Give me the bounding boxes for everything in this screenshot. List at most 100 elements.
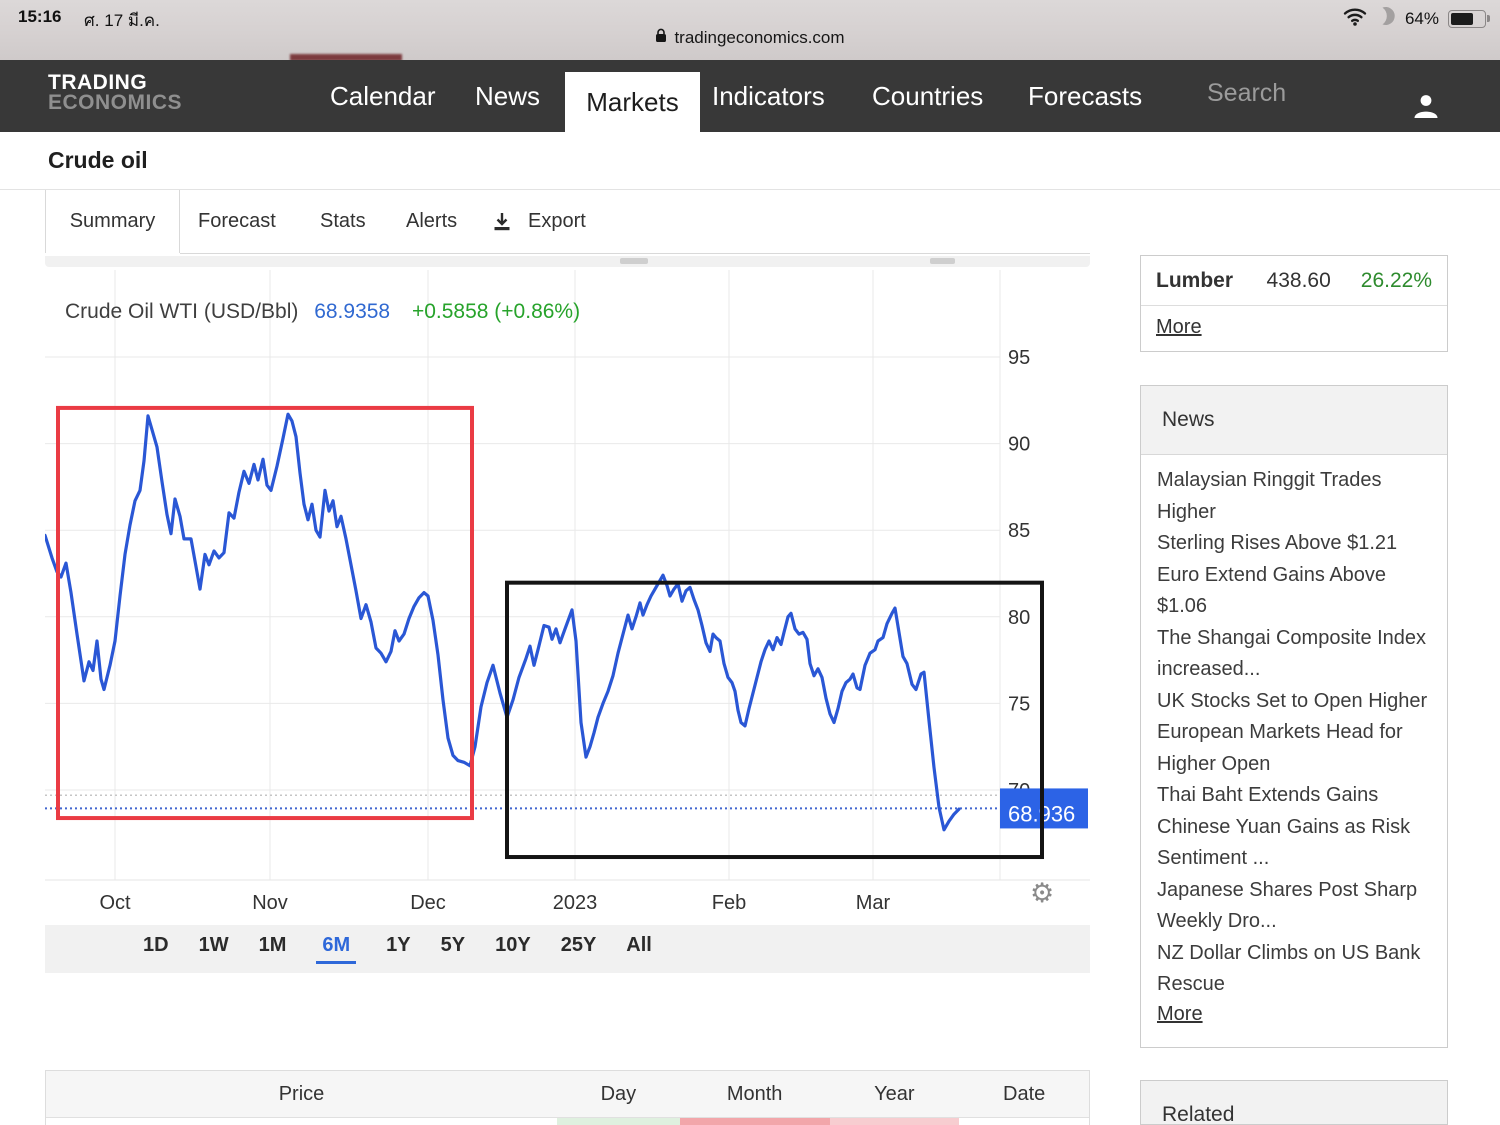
tab-summary[interactable]: Summary bbox=[45, 190, 180, 253]
instrument-name: Crude Oil WTI (USD/Bbl) bbox=[65, 300, 299, 323]
export-label: Export bbox=[528, 210, 586, 232]
battery-icon bbox=[1448, 9, 1490, 28]
range-5y[interactable]: 5Y bbox=[441, 934, 465, 964]
moon-icon bbox=[1376, 6, 1396, 31]
status-bar: 15:16 ศ. 17 มี.ค. tradingeconomics.com 6… bbox=[0, 0, 1500, 60]
nav-item-news[interactable]: News bbox=[475, 60, 540, 132]
x-axis-label: Dec bbox=[410, 892, 446, 914]
nav-item-countries[interactable]: Countries bbox=[872, 60, 983, 132]
partial-content-strip bbox=[45, 256, 1090, 267]
news-headline[interactable]: Euro Extend Gains Above $1.06 bbox=[1157, 560, 1431, 623]
news-headline[interactable]: Japanese Shares Post Sharp Weekly Dro... bbox=[1157, 875, 1431, 938]
related-panel: Related bbox=[1140, 1080, 1448, 1125]
range-1w[interactable]: 1W bbox=[199, 934, 229, 964]
cell-year bbox=[829, 1118, 960, 1125]
tab-stats[interactable]: Stats bbox=[320, 190, 366, 253]
download-icon bbox=[492, 211, 512, 232]
x-axis-label: Mar bbox=[856, 892, 891, 914]
news-panel-header: News bbox=[1141, 386, 1447, 455]
black-annotation-box bbox=[505, 580, 1044, 860]
market-mover-panel: Lumber 438.60 26.22% More bbox=[1140, 255, 1448, 352]
y-axis-label: 80 bbox=[1008, 607, 1030, 629]
range-1d[interactable]: 1D bbox=[143, 934, 169, 964]
market-mover-row[interactable]: Lumber 438.60 26.22% bbox=[1141, 256, 1447, 306]
nav-item-markets[interactable]: Markets bbox=[565, 72, 700, 132]
col-month: Month bbox=[726, 1082, 783, 1105]
clock: 15:16 bbox=[18, 7, 62, 26]
commodity-name: Lumber bbox=[1156, 268, 1234, 292]
nav-item-forecasts[interactable]: Forecasts bbox=[1028, 60, 1142, 132]
news-headline[interactable]: European Markets Head for Higher Open bbox=[1157, 717, 1431, 780]
col-price: Price bbox=[278, 1082, 325, 1105]
price-chart-card: 959085807570OctNovDec2023FebMar68.936 Cr… bbox=[45, 268, 1090, 973]
battery-percent: 64% bbox=[1404, 8, 1439, 28]
export-button[interactable]: Export bbox=[492, 190, 586, 253]
x-axis-label: Feb bbox=[712, 892, 746, 914]
price-chart-svg[interactable]: 959085807570OctNovDec2023FebMar68.936 bbox=[45, 268, 1090, 925]
y-axis-label: 95 bbox=[1008, 347, 1030, 369]
screen: 15:16 ศ. 17 มี.ค. tradingeconomics.com 6… bbox=[0, 0, 1500, 1125]
cell-month bbox=[679, 1118, 830, 1125]
x-axis-label: 2023 bbox=[553, 892, 598, 914]
page-title: Crude oil bbox=[48, 147, 148, 173]
y-axis-label: 75 bbox=[1008, 693, 1030, 715]
news-headline[interactable]: NZ Dollar Climbs on US Bank Rescue bbox=[1157, 938, 1431, 1001]
last-price: 68.9358 bbox=[314, 300, 391, 323]
news-headline[interactable]: The Shangai Composite Index increased... bbox=[1157, 623, 1431, 686]
range-25y[interactable]: 25Y bbox=[561, 934, 597, 964]
nav-item-indicators[interactable]: Indicators bbox=[712, 60, 825, 132]
commodity-price: 438.60 bbox=[1266, 268, 1331, 292]
trading-economics-logo[interactable]: TRADING ECONOMICS bbox=[48, 71, 183, 114]
news-headline[interactable]: Malaysian Ringgit Trades Higher bbox=[1157, 465, 1431, 528]
nav-item-calendar[interactable]: Calendar bbox=[330, 60, 436, 132]
tabs-row: Summary Forecast Stats Alerts Export bbox=[45, 190, 1090, 254]
y-axis-label: 90 bbox=[1008, 434, 1030, 456]
cell-day bbox=[557, 1118, 680, 1125]
news-list: Malaysian Ringgit Trades Higher Sterling… bbox=[1141, 455, 1447, 1026]
lock-icon bbox=[655, 28, 667, 48]
chart-title-row: Crude Oil WTI (USD/Bbl) 68.9358 +0.5858 … bbox=[65, 300, 580, 324]
address-bar[interactable]: tradingeconomics.com bbox=[0, 28, 1500, 48]
range-1m[interactable]: 1M bbox=[259, 934, 287, 964]
url-text: tradingeconomics.com bbox=[674, 28, 845, 47]
table-row bbox=[46, 1118, 1089, 1125]
news-headline[interactable]: UK Stocks Set to Open Higher bbox=[1157, 686, 1431, 718]
range-1y[interactable]: 1Y bbox=[386, 934, 410, 964]
cell-price bbox=[46, 1118, 558, 1125]
col-day: Day bbox=[600, 1082, 637, 1105]
range-selector: 1D 1W 1M 6M 1Y 5Y 10Y 25Y All bbox=[45, 925, 1090, 973]
logo-line2: ECONOMICS bbox=[48, 90, 183, 114]
range-10y[interactable]: 10Y bbox=[495, 934, 531, 964]
range-6m[interactable]: 6M bbox=[316, 934, 357, 964]
col-year: Year bbox=[874, 1082, 915, 1105]
strip-smudge bbox=[620, 258, 648, 264]
news-headline[interactable]: Sterling Rises Above $1.21 bbox=[1157, 528, 1431, 560]
commodity-change-pct: 26.22% bbox=[1360, 268, 1432, 292]
search-input[interactable] bbox=[1205, 78, 1387, 109]
col-date: Date bbox=[1003, 1082, 1046, 1105]
market-more-link[interactable]: More bbox=[1156, 316, 1202, 338]
cell-date bbox=[959, 1118, 1089, 1125]
page-heading-row: Crude oil bbox=[0, 132, 1500, 190]
related-panel-header: Related bbox=[1141, 1081, 1447, 1124]
wifi-icon bbox=[1343, 7, 1367, 31]
y-axis-label: 85 bbox=[1008, 520, 1030, 542]
status-icons: 64% bbox=[1343, 6, 1490, 31]
tabs-bottom-border bbox=[180, 253, 1090, 254]
x-axis-label: Nov bbox=[252, 892, 288, 914]
news-more-link[interactable]: More bbox=[1157, 1003, 1203, 1025]
price-change: +0.5858 (+0.86%) bbox=[411, 300, 581, 323]
tab-forecast[interactable]: Forecast bbox=[198, 190, 276, 253]
price-summary-table: Price Day Month Year Date bbox=[45, 1070, 1090, 1125]
logo-line1: TRADING bbox=[48, 71, 148, 94]
chart-settings-gear-icon[interactable]: ⚙ bbox=[1030, 880, 1054, 907]
news-panel: News Malaysian Ringgit Trades Higher Ste… bbox=[1140, 385, 1448, 1048]
range-all[interactable]: All bbox=[626, 934, 652, 964]
news-headline[interactable]: Chinese Yuan Gains as Risk Sentiment ... bbox=[1157, 812, 1431, 875]
tab-alerts[interactable]: Alerts bbox=[406, 190, 457, 253]
table-header-row: Price Day Month Year Date bbox=[46, 1071, 1089, 1118]
news-headline[interactable]: Thai Baht Extends Gains bbox=[1157, 780, 1431, 812]
x-axis-label: Oct bbox=[99, 892, 131, 914]
price-line-series bbox=[45, 412, 961, 832]
user-account-icon[interactable] bbox=[1412, 92, 1440, 125]
